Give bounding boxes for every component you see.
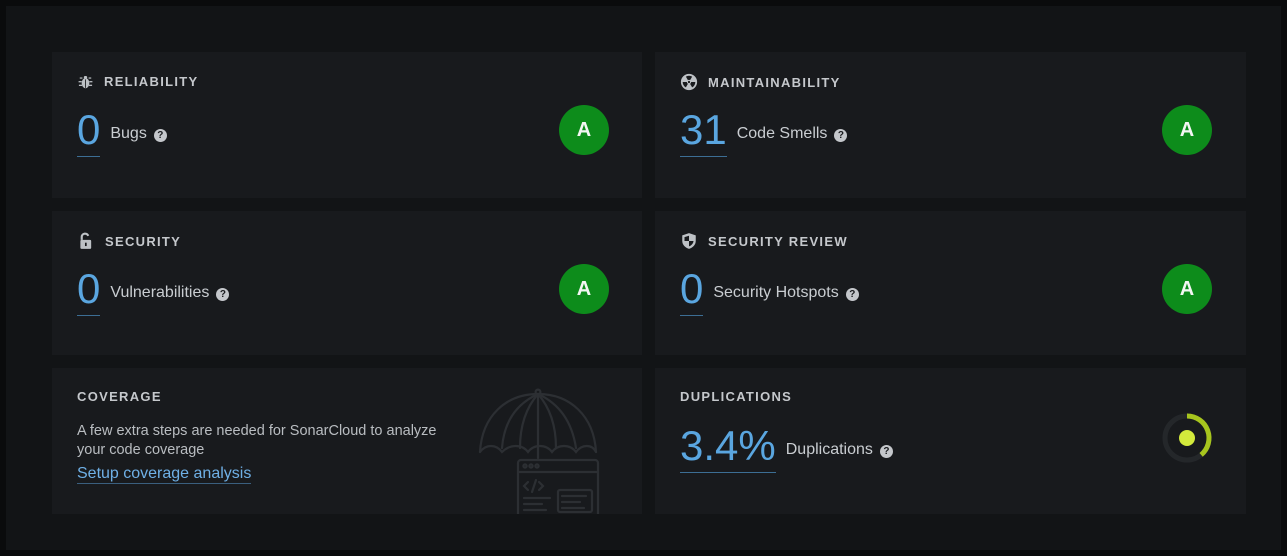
maintainability-title: MAINTAINABILITY (708, 74, 841, 90)
shield-icon (680, 232, 698, 250)
vulnerabilities-help-icon[interactable]: ? (216, 287, 230, 301)
duplications-ring-icon (1161, 412, 1213, 469)
security-card: SECURITY 0 Vulnerabilities ? A (52, 211, 642, 355)
radiation-icon (680, 73, 698, 91)
umbrella-code-window-illustration (476, 386, 601, 522)
security-rating-badge[interactable]: A (559, 264, 609, 314)
security-review-title: SECURITY REVIEW (708, 233, 848, 249)
coverage-header: COVERAGE (77, 389, 162, 404)
duplications-card: DUPLICATIONS 3.4% Duplications ? (655, 368, 1246, 514)
setup-coverage-link[interactable]: Setup coverage analysis (77, 465, 252, 484)
unlocked-padlock-icon (77, 232, 95, 250)
bugs-count-link[interactable]: 0 (77, 108, 101, 157)
security-hotspots-count-link[interactable]: 0 (680, 267, 704, 316)
reliability-rating-badge[interactable]: A (559, 105, 609, 155)
security-review-header: SECURITY REVIEW (680, 232, 848, 250)
code-smells-metric: 31 Code Smells ? (680, 108, 848, 157)
security-review-card: SECURITY REVIEW 0 Security Hotspots ? A (655, 211, 1246, 355)
security-hotspots-metric: 0 Security Hotspots ? (680, 267, 859, 316)
vulnerabilities-label: Vulnerabilities (110, 284, 210, 301)
maintainability-rating-badge[interactable]: A (1162, 105, 1212, 155)
coverage-message: A few extra steps are needed for SonarCl… (77, 423, 437, 458)
reliability-header: RELIABILITY (77, 73, 198, 90)
bug-icon (77, 73, 94, 90)
code-smells-help-icon[interactable]: ? (834, 128, 848, 142)
maintainability-header: MAINTAINABILITY (680, 73, 841, 91)
bugs-metric: 0 Bugs ? (77, 108, 167, 157)
maintainability-card: MAINTAINABILITY 31 Code Smells ? A (655, 52, 1246, 198)
vulnerabilities-count-link[interactable]: 0 (77, 267, 101, 316)
bugs-help-icon[interactable]: ? (153, 128, 167, 142)
duplications-help-icon[interactable]: ? (879, 444, 893, 458)
vulnerabilities-metric: 0 Vulnerabilities ? (77, 267, 230, 316)
security-title: SECURITY (105, 233, 182, 249)
security-hotspots-label: Security Hotspots (713, 284, 839, 301)
duplications-label: Duplications (785, 441, 873, 458)
duplications-metric: 3.4% Duplications ? (680, 424, 893, 473)
coverage-title: COVERAGE (77, 389, 162, 404)
reliability-card: RELIABILITY 0 Bugs ? A (52, 52, 642, 198)
security-hotspots-help-icon[interactable]: ? (845, 287, 859, 301)
duplications-title: DUPLICATIONS (680, 389, 793, 404)
code-smells-count-link[interactable]: 31 (680, 108, 727, 157)
duplications-header: DUPLICATIONS (680, 389, 792, 404)
coverage-card: COVERAGE A few extra steps are needed fo… (52, 368, 642, 522)
code-smells-label: Code Smells (736, 125, 828, 142)
security-header: SECURITY (77, 232, 181, 250)
security-review-rating-badge[interactable]: A (1162, 264, 1212, 314)
bugs-label: Bugs (110, 125, 147, 142)
duplications-percent-link[interactable]: 3.4% (680, 424, 776, 473)
measures-overview: RELIABILITY 0 Bugs ? A MAINTAINABILITY 3… (6, 6, 1281, 550)
reliability-title: RELIABILITY (104, 74, 199, 89)
